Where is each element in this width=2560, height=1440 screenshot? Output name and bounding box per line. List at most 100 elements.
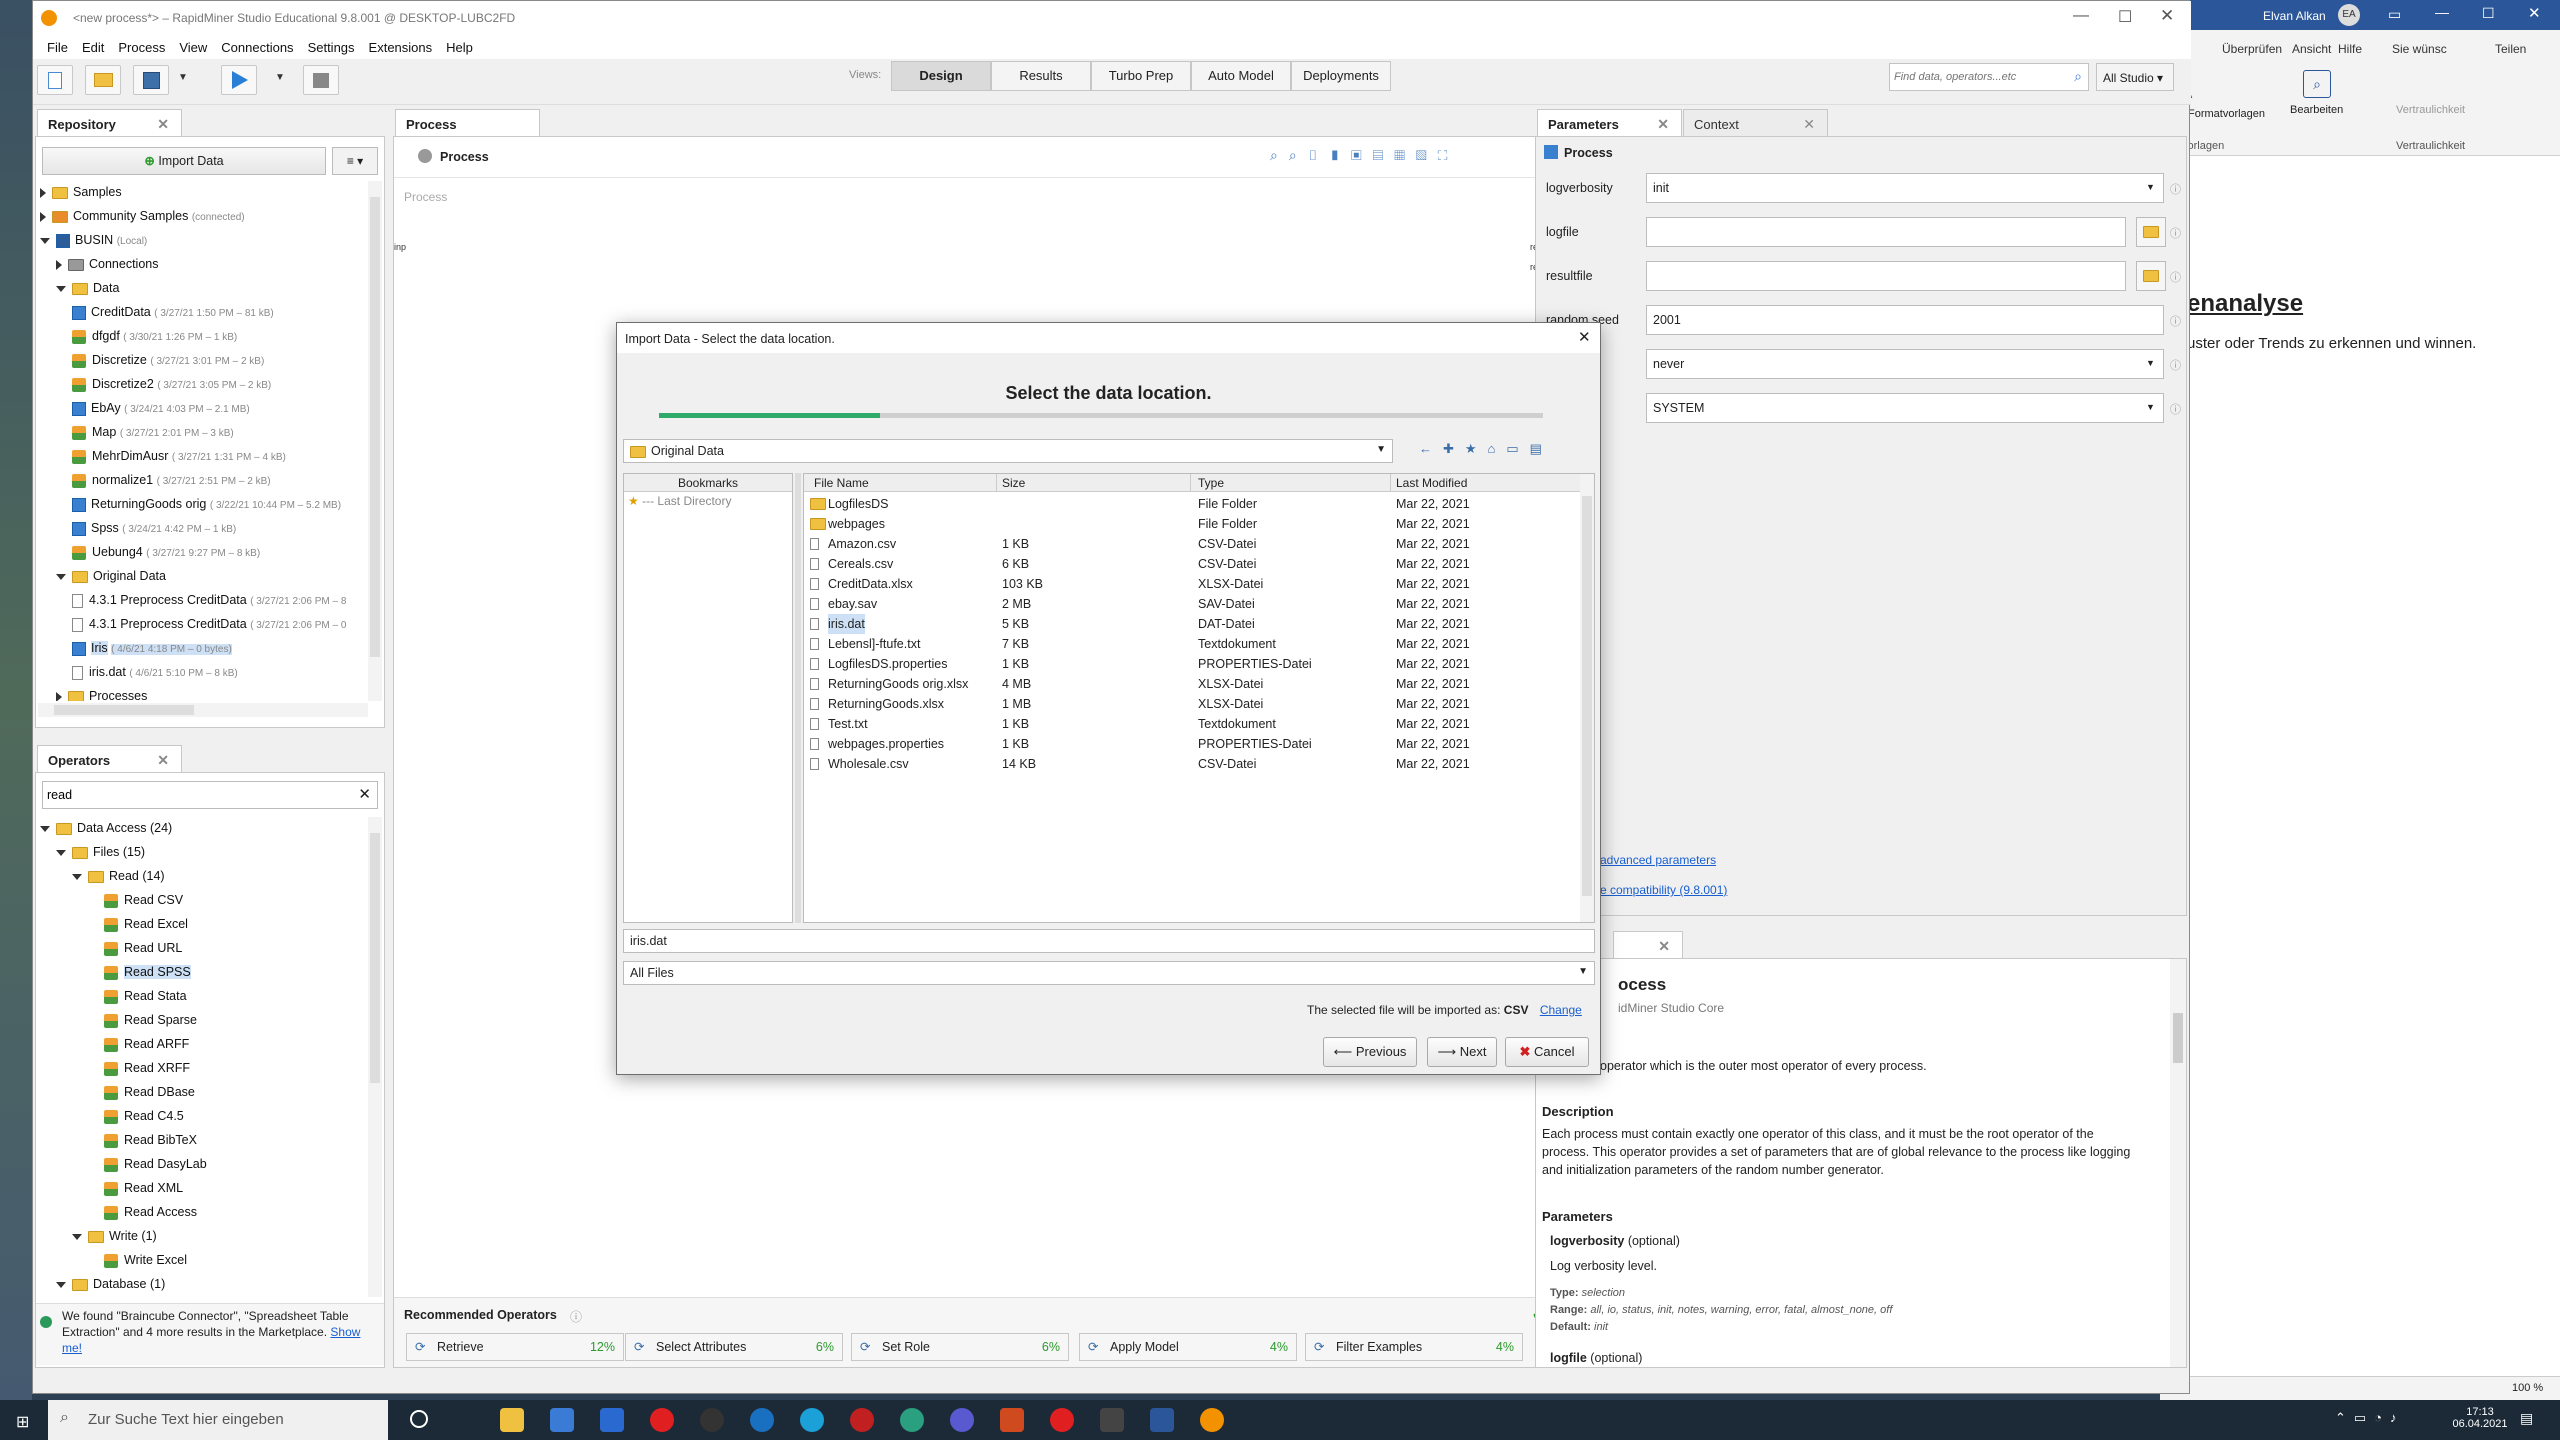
- app-icon[interactable]: [1100, 1408, 1124, 1432]
- chevron-down-icon[interactable]: ▼: [1376, 444, 1386, 455]
- global-search[interactable]: ⌕: [1889, 63, 2089, 91]
- view-results-tab[interactable]: Results: [991, 61, 1091, 91]
- save-button[interactable]: [133, 65, 169, 95]
- ribbon-display-icon[interactable]: ▭: [2388, 6, 2401, 23]
- run-dropdown-icon[interactable]: ▼: [275, 72, 285, 83]
- file-type-filter[interactable]: All Files ▼: [623, 961, 1595, 985]
- chevron-down-icon[interactable]: ▼: [2146, 402, 2155, 412]
- tree-item[interactable]: Read Excel: [104, 913, 188, 935]
- collapse-icon[interactable]: [56, 573, 66, 580]
- col-last-modified[interactable]: Last Modified: [1396, 476, 1467, 490]
- taskbar-search[interactable]: ⌕ Zur Suche Text hier eingeben: [48, 1400, 388, 1440]
- tree-item[interactable]: Database (1): [56, 1273, 165, 1295]
- stop-button[interactable]: [303, 65, 339, 95]
- file-row[interactable]: Wholesale.csv 14 KB CSV-Datei Mar 22, 2021: [804, 754, 1584, 774]
- tree-item[interactable]: Data Access (24): [40, 817, 172, 839]
- global-search-input[interactable]: [1894, 65, 2064, 89]
- file-chooser-toolbar[interactable]: ←✚★⌂▭▤: [1419, 441, 1553, 457]
- close-icon[interactable]: ✕: [2160, 6, 2174, 26]
- notification-icon[interactable]: ▤: [2520, 1410, 2533, 1427]
- info-icon[interactable]: ⓘ: [2170, 401, 2181, 417]
- tree-item[interactable]: 4.3.1 Preprocess CreditData ( 3/27/21 2:…: [72, 589, 346, 611]
- minimize-icon[interactable]: —: [2073, 7, 2089, 25]
- file-row[interactable]: webpages.properties 1 KB PROPERTIES-Datei M…: [804, 734, 1584, 754]
- location-dropdown[interactable]: Original Data ▼: [623, 439, 1393, 463]
- recommended-operator[interactable]: ⟳ Apply Model 4%: [1079, 1333, 1297, 1361]
- tree-item[interactable]: Iris ( 4/6/21 4:18 PM – 0 bytes): [72, 637, 232, 659]
- operator-search-input[interactable]: [47, 783, 347, 807]
- info-icon[interactable]: ⓘ: [2170, 225, 2181, 241]
- close-icon[interactable]: ✕: [2528, 4, 2541, 22]
- parameter-value[interactable]: init: [1646, 173, 2164, 203]
- collapse-icon[interactable]: [40, 237, 50, 244]
- tree-item[interactable]: Uebung4 ( 3/27/21 9:27 PM – 8 kB): [72, 541, 260, 563]
- collapse-icon[interactable]: [72, 1233, 82, 1240]
- view-deployments-tab[interactable]: Deployments: [1291, 61, 1391, 91]
- collapse-icon[interactable]: [56, 285, 66, 292]
- cancel-button[interactable]: ✖ Cancel: [1505, 1037, 1589, 1067]
- app-icon[interactable]: [750, 1408, 774, 1432]
- menu-edit[interactable]: Edit: [82, 37, 104, 59]
- edge-icon[interactable]: [800, 1408, 824, 1432]
- vertical-scrollbar[interactable]: [2170, 959, 2186, 1367]
- splitter[interactable]: [795, 473, 801, 923]
- opera-icon[interactable]: [1050, 1408, 1074, 1432]
- col-type[interactable]: Type: [1198, 476, 1224, 490]
- avatar[interactable]: EA: [2338, 4, 2360, 26]
- search-icon[interactable]: ⌕: [2303, 70, 2331, 98]
- tab-parameters[interactable]: Parameters ✕: [1537, 109, 1682, 137]
- input-port[interactable]: inp: [394, 242, 406, 252]
- rapidminer-icon[interactable]: [1200, 1408, 1224, 1432]
- file-explorer-icon[interactable]: [500, 1408, 524, 1432]
- save-dropdown-icon[interactable]: ▼: [178, 72, 188, 83]
- tree-item[interactable]: Read DasyLab: [104, 1153, 207, 1175]
- tree-item[interactable]: normalize1 ( 3/27/21 2:51 PM – 2 kB): [72, 469, 271, 491]
- chevron-down-icon[interactable]: ▼: [1578, 966, 1588, 977]
- file-row[interactable]: Lebensl]-ftufe.txt 7 KB Textdokument Mar 22…: [804, 634, 1584, 654]
- sensitivity-button[interactable]: Vertraulichkeit: [2396, 104, 2465, 116]
- ribbon-tab-review[interactable]: Überprüfen: [2222, 42, 2282, 56]
- tree-item[interactable]: iris.dat ( 4/6/21 5:10 PM – 8 kB): [72, 661, 238, 683]
- recommended-operator[interactable]: ⟳ Set Role 6%: [851, 1333, 1069, 1361]
- file-row[interactable]: CreditData.xlsx 103 KB XLSX-Datei Mar 22, 2…: [804, 574, 1584, 594]
- tree-item[interactable]: Samples: [40, 181, 122, 203]
- mail-icon[interactable]: [600, 1408, 624, 1432]
- parameter-value[interactable]: 2001: [1646, 305, 2164, 335]
- menu-view[interactable]: View: [179, 37, 207, 59]
- app-icon[interactable]: [950, 1408, 974, 1432]
- tree-item[interactable]: Map ( 3/27/21 2:01 PM – 3 kB): [72, 421, 234, 443]
- chevron-down-icon[interactable]: ▼: [2146, 182, 2155, 192]
- info-icon[interactable]: ⓘ: [2170, 313, 2181, 329]
- vertical-scrollbar[interactable]: [368, 181, 382, 701]
- cortana-icon[interactable]: [410, 1410, 428, 1428]
- new-process-button[interactable]: [37, 65, 73, 95]
- tab-repository[interactable]: Repository ✕: [37, 109, 182, 137]
- ribbon-tab-help[interactable]: Hilfe: [2338, 42, 2362, 56]
- app-icon[interactable]: [700, 1408, 724, 1432]
- clear-icon[interactable]: ✕: [358, 785, 371, 803]
- tree-item[interactable]: Discretize ( 3/27/21 3:01 PM – 2 kB): [72, 349, 264, 371]
- tree-item[interactable]: Processes: [56, 685, 147, 701]
- process-toolbar-icons[interactable]: ⌕⌕▯▮▣▤▦▧⛶: [1270, 147, 1510, 167]
- import-data-button[interactable]: ⊕ Import Data: [42, 147, 326, 175]
- minimize-icon[interactable]: —: [2435, 4, 2449, 20]
- app-icon[interactable]: [850, 1408, 874, 1432]
- horizontal-scrollbar[interactable]: [38, 703, 368, 717]
- close-icon[interactable]: ✕: [157, 752, 169, 769]
- folder-open-button[interactable]: [2136, 261, 2166, 291]
- tree-item[interactable]: Read Stata: [104, 985, 187, 1007]
- tree-item[interactable]: Read Access: [104, 1201, 197, 1223]
- expand-icon[interactable]: [40, 211, 46, 222]
- tree-item[interactable]: Files (15): [56, 841, 145, 863]
- file-row[interactable]: ReturningGoods.xlsx 1 MB XLSX-Datei Mar 22,…: [804, 694, 1584, 714]
- tree-item[interactable]: dfgdf ( 3/30/21 1:26 PM – 1 kB): [72, 325, 237, 347]
- file-row[interactable]: ReturningGoods orig.xlsx 4 MB XLSX-Datei Ma…: [804, 674, 1584, 694]
- menu-settings[interactable]: Settings: [308, 37, 355, 59]
- file-name-field[interactable]: iris.dat: [623, 929, 1595, 953]
- close-icon[interactable]: ✕: [1657, 116, 1669, 133]
- previous-button[interactable]: ⟵ Previous: [1323, 1037, 1417, 1067]
- file-row[interactable]: LogfilesDS File Folder Mar 22, 2021: [804, 494, 1584, 514]
- styles-button[interactable]: Formatvorlagen: [2188, 108, 2265, 120]
- close-icon[interactable]: ✕: [1658, 938, 1670, 955]
- file-row[interactable]: Test.txt 1 KB Textdokument Mar 22, 2021: [804, 714, 1584, 734]
